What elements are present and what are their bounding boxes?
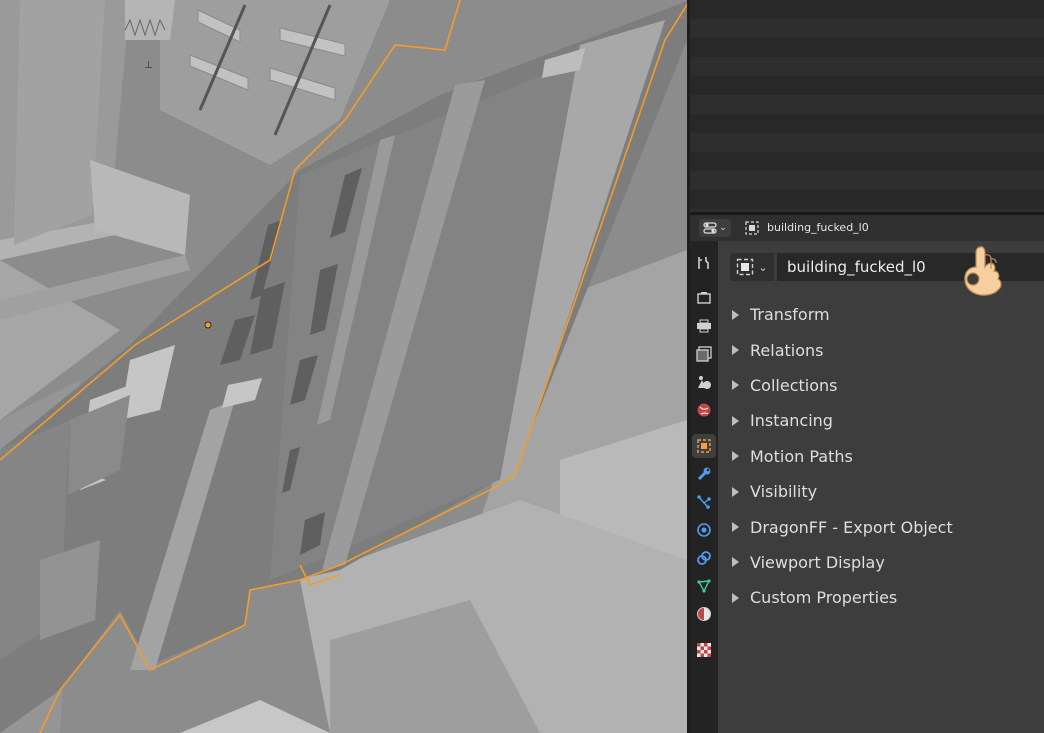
- object-type-dropdown[interactable]: ⌄: [730, 253, 774, 281]
- disclosure-triangle-icon: [732, 592, 739, 603]
- section-instancing[interactable]: Instancing: [718, 403, 1044, 438]
- disclosure-triangle-icon: [732, 415, 739, 426]
- disclosure-triangle-icon: [732, 345, 739, 356]
- tab-modifiers[interactable]: [692, 462, 716, 486]
- properties-header: ⌄ building_fucked_l0: [690, 215, 1044, 242]
- properties-tabs: [690, 241, 718, 733]
- section-collections[interactable]: Collections: [718, 368, 1044, 403]
- disclosure-triangle-icon: [732, 380, 739, 391]
- disclosure-triangle-icon: [732, 522, 739, 533]
- constraints-icon: [697, 551, 711, 565]
- section-transform[interactable]: Transform: [718, 297, 1044, 332]
- section-custom-properties[interactable]: Custom Properties: [718, 580, 1044, 615]
- section-label: Viewport Display: [750, 552, 885, 572]
- section-dragonff-export-object[interactable]: DragonFF - Export Object: [718, 509, 1044, 544]
- tab-physics[interactable]: [692, 518, 716, 542]
- wrench-icon: [697, 467, 711, 481]
- tab-particles[interactable]: [692, 490, 716, 514]
- tab-object[interactable]: [692, 434, 716, 458]
- world-icon: [697, 403, 711, 417]
- mesh-data-icon: [697, 579, 711, 593]
- output-icon: [697, 319, 711, 333]
- tab-material[interactable]: [692, 602, 716, 626]
- tab-render[interactable]: [692, 286, 716, 310]
- outliner-area[interactable]: [690, 0, 1044, 212]
- tab-constraints[interactable]: [692, 546, 716, 570]
- tab-view-layer[interactable]: [692, 342, 716, 366]
- editor-type-button[interactable]: ⌄: [699, 219, 731, 237]
- section-viewport-display[interactable]: Viewport Display: [718, 545, 1044, 580]
- chevron-down-icon: ⌄: [758, 260, 768, 274]
- section-relations[interactable]: Relations: [718, 332, 1044, 367]
- object-icon: [745, 221, 759, 235]
- object-icon: [697, 439, 711, 453]
- section-label: Transform: [750, 305, 830, 325]
- view-layer-icon: [696, 346, 712, 362]
- particles-icon: [697, 495, 711, 509]
- tab-scene[interactable]: [692, 370, 716, 394]
- scene-icon: [698, 376, 711, 389]
- section-label: DragonFF - Export Object: [750, 517, 953, 537]
- svg-text:⊥: ⊥: [144, 60, 153, 71]
- tab-world[interactable]: [692, 398, 716, 422]
- tab-data[interactable]: [692, 574, 716, 598]
- material-icon: [697, 607, 711, 621]
- 3d-viewport[interactable]: ⊥: [0, 0, 687, 733]
- section-label: Relations: [750, 340, 824, 360]
- chevron-down-icon: ⌄: [719, 223, 727, 233]
- disclosure-triangle-icon: [732, 309, 739, 320]
- disclosure-triangle-icon: [732, 486, 739, 497]
- object-icon: [737, 258, 754, 276]
- section-label: Custom Properties: [750, 588, 898, 608]
- section-motion-paths[interactable]: Motion Paths: [718, 439, 1044, 474]
- property-sections: Transform Relations Collections Instanci…: [718, 297, 1044, 616]
- breadcrumb-object-name: building_fucked_l0: [767, 221, 869, 234]
- disclosure-triangle-icon: [732, 451, 739, 462]
- physics-icon: [697, 523, 711, 537]
- viewport-scene[interactable]: ⊥: [0, 0, 687, 733]
- object-properties-panel: ⌄ building_fucked_l0 Transform Relations…: [718, 241, 1044, 733]
- object-name-row: ⌄ building_fucked_l0: [730, 246, 1044, 296]
- section-visibility[interactable]: Visibility: [718, 474, 1044, 509]
- section-label: Visibility: [750, 482, 818, 502]
- ok-hand-icon: [964, 246, 1002, 296]
- section-label: Instancing: [750, 411, 833, 431]
- tab-texture[interactable]: [692, 638, 716, 662]
- disclosure-triangle-icon: [732, 557, 739, 568]
- section-label: Collections: [750, 375, 838, 395]
- tab-output[interactable]: [692, 314, 716, 338]
- tool-icon: [698, 257, 709, 269]
- tab-tool[interactable]: [692, 251, 716, 275]
- section-label: Motion Paths: [750, 446, 853, 466]
- render-icon: [697, 292, 711, 304]
- texture-icon: [697, 643, 711, 657]
- properties-editor-icon: [703, 222, 717, 234]
